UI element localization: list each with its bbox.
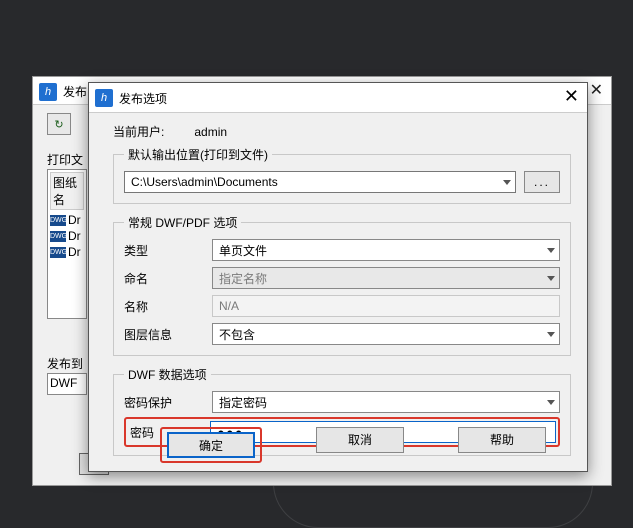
current-user-label: 当前用户:: [113, 123, 191, 140]
output-path-value: C:\Users\admin\Documents: [131, 175, 278, 189]
type-value: 单页文件: [219, 242, 267, 259]
dwf-pdf-options-group: 常规 DWF/PDF 选项 类型 单页文件 命名 指定名称 名称 N/A 图层信…: [113, 214, 571, 356]
name-display: N/A: [212, 295, 560, 317]
sheet-list[interactable]: 图纸名 DWGDr DWGDr DWGDr: [47, 169, 87, 319]
output-location-legend: 默认输出位置(打印到文件): [124, 146, 272, 163]
ok-button[interactable]: 确定: [167, 432, 255, 458]
naming-label: 命名: [124, 270, 212, 287]
chevron-down-icon: [547, 400, 555, 405]
sheet-label: 打印文: [47, 151, 83, 168]
naming-select[interactable]: 指定名称: [212, 267, 560, 289]
publish-options-dialog: h 发布选项 ✕ 当前用户: admin 默认输出位置(打印到文件) C:\Us…: [88, 82, 588, 472]
dialog-buttons: 确定 取消 帮助: [89, 427, 587, 463]
layer-value: 不包含: [219, 326, 255, 343]
close-icon[interactable]: ✕: [590, 80, 603, 100]
list-item-label: Dr: [68, 245, 81, 259]
type-label: 类型: [124, 242, 212, 259]
cancel-button[interactable]: 取消: [316, 427, 404, 453]
current-user-value: admin: [194, 125, 227, 139]
publish-to-label: 发布到: [47, 355, 83, 372]
dwf-pdf-legend: 常规 DWF/PDF 选项: [124, 214, 241, 231]
parent-toolbar: ↻: [47, 113, 71, 135]
publish-to-select[interactable]: DWF: [47, 373, 87, 395]
output-location-group: 默认输出位置(打印到文件) C:\Users\admin\Documents .…: [113, 146, 571, 204]
dwg-icon: DWG: [50, 231, 66, 242]
ok-button-highlight: 确定: [160, 427, 262, 463]
titlebar: h 发布选项 ✕: [89, 83, 587, 113]
dwg-icon: DWG: [50, 247, 66, 258]
layer-label: 图层信息: [124, 326, 212, 343]
password-protect-label: 密码保护: [124, 394, 212, 411]
dialog-body: 当前用户: admin 默认输出位置(打印到文件) C:\Users\admin…: [113, 123, 571, 427]
browse-button[interactable]: ...: [524, 171, 560, 193]
list-item[interactable]: DWGDr: [50, 244, 84, 260]
list-item-label: Dr: [68, 213, 81, 227]
list-item[interactable]: DWGDr: [50, 228, 84, 244]
naming-value: 指定名称: [219, 270, 267, 287]
name-label: 名称: [124, 298, 212, 315]
dialog-title: 发布选项: [119, 90, 167, 107]
password-protect-select[interactable]: 指定密码: [212, 391, 560, 413]
list-item[interactable]: DWGDr: [50, 212, 84, 228]
help-button[interactable]: 帮助: [458, 427, 546, 453]
password-protect-value: 指定密码: [219, 394, 267, 411]
chevron-down-icon: [547, 332, 555, 337]
dwf-data-legend: DWF 数据选项: [124, 366, 211, 383]
list-item-label: Dr: [68, 229, 81, 243]
type-select[interactable]: 单页文件: [212, 239, 560, 261]
current-user-row: 当前用户: admin: [113, 123, 571, 140]
chevron-down-icon: [547, 248, 555, 253]
chevron-down-icon: [547, 276, 555, 281]
app-icon: h: [39, 83, 57, 101]
dwg-icon: DWG: [50, 215, 66, 226]
sheet-list-header: 图纸名: [50, 172, 84, 210]
output-path-select[interactable]: C:\Users\admin\Documents: [124, 171, 516, 193]
chevron-down-icon: [503, 180, 511, 185]
publish-to-value: DWF: [50, 376, 77, 390]
toolbar-button[interactable]: ↻: [47, 113, 71, 135]
layer-select[interactable]: 不包含: [212, 323, 560, 345]
close-icon[interactable]: ✕: [564, 87, 579, 105]
parent-title: 发布: [63, 83, 87, 100]
app-icon: h: [95, 89, 113, 107]
